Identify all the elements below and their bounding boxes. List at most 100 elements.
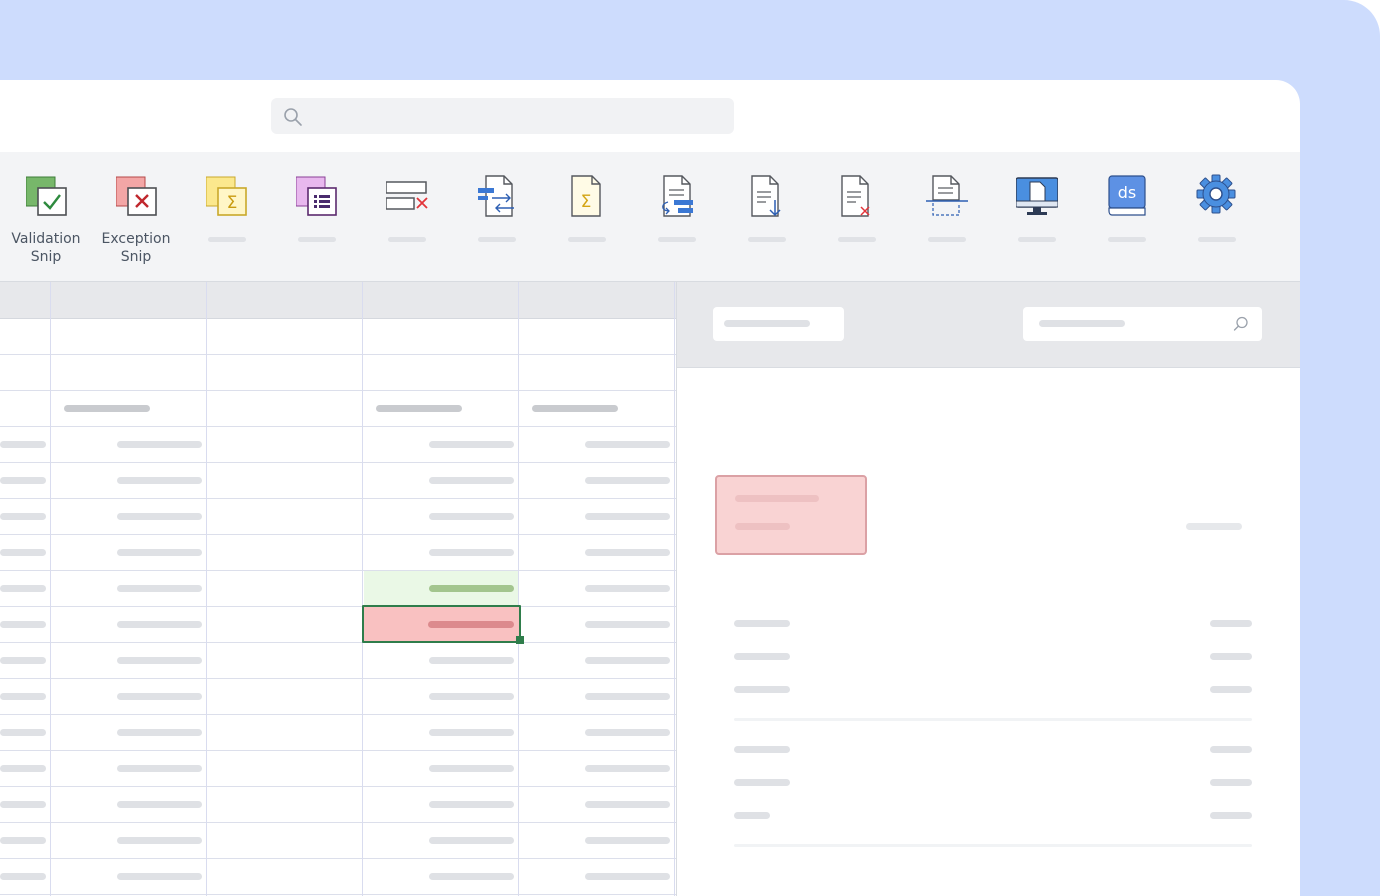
exception-snip-label-line2: Snip: [120, 249, 152, 265]
monitor-button[interactable]: [991, 174, 1081, 274]
list-snip-button[interactable]: [271, 174, 361, 274]
cell-value-placeholder: [429, 657, 514, 664]
svg-text:Σ: Σ: [581, 192, 592, 212]
document-convert-button[interactable]: [631, 174, 721, 274]
panel-dropdown[interactable]: [713, 307, 844, 341]
button-label-placeholder: [568, 237, 606, 242]
column-header-row: [0, 282, 676, 319]
search-icon: [1233, 316, 1248, 331]
button-label-placeholder: [1198, 237, 1236, 242]
cell-value-placeholder: [117, 441, 202, 448]
cell-value-placeholder: [0, 801, 46, 808]
cell-value-placeholder: [585, 477, 670, 484]
cell-value-placeholder: [117, 513, 202, 520]
cell-value-placeholder: [0, 477, 46, 484]
cell-value-placeholder: [117, 657, 202, 664]
cell-value-placeholder: [585, 657, 670, 664]
cell-value-placeholder: [585, 441, 670, 448]
app-window: Validation Snip Exception Snip Σ Σ ds: [0, 80, 1300, 896]
cell-value-placeholder: [0, 513, 46, 520]
validation-snip-button[interactable]: Validation Snip: [1, 174, 91, 274]
ds-book-icon: ds: [1108, 175, 1146, 216]
cell-value-placeholder: [429, 693, 514, 700]
exception-snip-icon: [116, 176, 157, 216]
button-label-placeholder: [928, 237, 966, 242]
fill-handle[interactable]: [516, 636, 524, 644]
button-label-placeholder: [478, 237, 516, 242]
header-cell-placeholder: [532, 405, 618, 412]
cell-value-placeholder: [117, 873, 202, 880]
document-convert-icon: [662, 175, 693, 217]
svg-text:ds: ds: [1118, 183, 1137, 202]
selected-error-cell[interactable]: [362, 605, 521, 643]
gear-icon: [1196, 174, 1236, 214]
details-panel: [677, 282, 1300, 896]
cell-value-placeholder: [429, 585, 514, 592]
button-label-placeholder: [388, 237, 426, 242]
cell-value-placeholder: [117, 585, 202, 592]
cell-value-placeholder: [117, 549, 202, 556]
ribbon-toolbar: Validation Snip Exception Snip Σ Σ ds: [0, 152, 1300, 282]
button-label-placeholder: [748, 237, 786, 242]
cell-value-placeholder: [0, 621, 46, 628]
search-icon: [284, 108, 302, 126]
document-clip-button[interactable]: [901, 174, 991, 274]
document-delete-icon: [841, 175, 870, 217]
button-label-placeholder: [838, 237, 876, 242]
svg-text:Σ: Σ: [227, 193, 238, 213]
cell-value-placeholder: [585, 801, 670, 808]
cell-value-placeholder: [585, 549, 670, 556]
cell-value-placeholder: [585, 585, 670, 592]
button-label-placeholder: [208, 237, 246, 242]
cell-value-placeholder: [585, 693, 670, 700]
cell-value-placeholder: [429, 441, 514, 448]
document-delete-button[interactable]: [811, 174, 901, 274]
spreadsheet-grid[interactable]: [0, 282, 677, 896]
validation-snip-label-line1: Validation: [11, 231, 81, 247]
divider: [734, 844, 1252, 847]
formula-document-icon: Σ: [571, 175, 601, 217]
cell-value-placeholder: [0, 693, 46, 700]
settings-button[interactable]: [1171, 174, 1261, 274]
cell-value-placeholder: [117, 477, 202, 484]
cell-value-placeholder: [117, 693, 202, 700]
cell-value-placeholder: [429, 873, 514, 880]
exception-snip-button[interactable]: Exception Snip: [91, 174, 181, 274]
header-cell-placeholder: [64, 405, 150, 412]
sum-snip-button[interactable]: Σ: [181, 174, 271, 274]
cell-value-placeholder: [0, 441, 46, 448]
swap-columns-button[interactable]: [451, 174, 541, 274]
monitor-icon: [1016, 177, 1058, 215]
cell-value-placeholder: [117, 801, 202, 808]
ds-book-button[interactable]: ds: [1081, 174, 1171, 274]
button-label-placeholder: [298, 237, 336, 242]
cell-value-placeholder: [429, 837, 514, 844]
cell-value-placeholder: [429, 513, 514, 520]
cell-value-placeholder: [429, 729, 514, 736]
button-label-placeholder: [1018, 237, 1056, 242]
list-snip-icon: [296, 176, 337, 216]
formula-document-button[interactable]: Σ: [541, 174, 631, 274]
button-label-placeholder: [1108, 237, 1146, 242]
search-input[interactable]: [271, 98, 734, 134]
document-clip-icon: [926, 175, 968, 216]
sum-snip-icon: Σ: [206, 176, 247, 216]
cell-value-placeholder: [585, 873, 670, 880]
delete-row-button[interactable]: [361, 174, 451, 274]
validation-snip-label-line2: Snip: [30, 249, 62, 265]
panel-toolbar: [677, 282, 1300, 368]
value-placeholder: [1186, 523, 1242, 530]
delete-row-icon: [386, 181, 428, 210]
cell-value-placeholder: [428, 621, 514, 628]
cell-value-placeholder: [585, 765, 670, 772]
panel-search-input[interactable]: [1023, 307, 1262, 341]
divider: [734, 718, 1252, 721]
cell-value-placeholder: [429, 549, 514, 556]
swap-columns-icon: [478, 175, 514, 217]
document-download-icon: [751, 175, 781, 217]
button-label-placeholder: [658, 237, 696, 242]
document-download-button[interactable]: [721, 174, 811, 274]
cell-value-placeholder: [429, 477, 514, 484]
cell-value-placeholder: [585, 513, 670, 520]
exception-highlight-box[interactable]: [715, 475, 867, 555]
